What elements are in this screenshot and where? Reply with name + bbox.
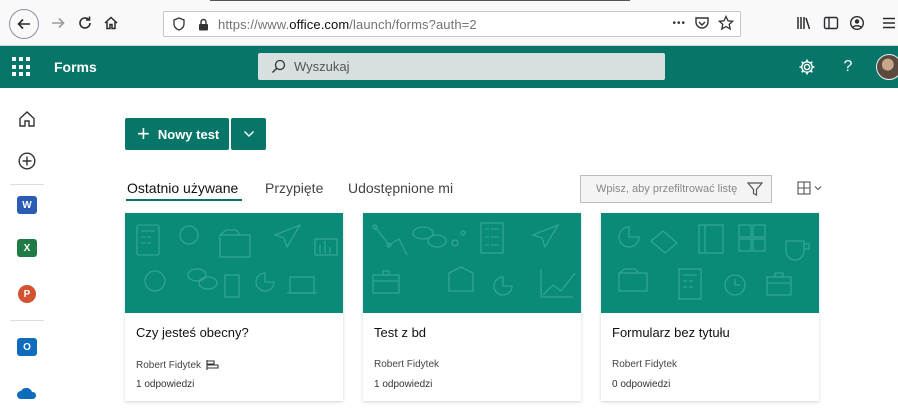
word-icon: W	[17, 196, 37, 214]
tab-shared[interactable]: Udostępnione mi	[348, 180, 453, 196]
card-owner-name: Robert Fidytek	[136, 359, 202, 371]
hamburger-icon	[883, 17, 895, 29]
avatar[interactable]	[876, 54, 898, 80]
shared-icon	[206, 360, 219, 370]
form-card[interactable]: Formularz bez tytułu Robert Fidytek 0 od…	[601, 213, 819, 401]
home-button[interactable]	[98, 10, 124, 36]
rail-home-button[interactable]	[14, 106, 40, 132]
home-icon	[104, 16, 118, 30]
url-text: https://www.office.com/launch/forms?auth…	[218, 16, 477, 32]
account-button[interactable]	[844, 10, 870, 36]
arrow-right-icon	[52, 17, 65, 29]
menu-button[interactable]	[876, 10, 898, 36]
card-banner	[125, 213, 343, 313]
rail-divider	[10, 184, 44, 185]
settings-button[interactable]	[797, 57, 817, 77]
banner-pattern-icon	[372, 222, 576, 298]
new-dropdown-button[interactable]	[231, 118, 266, 150]
card-title: Czy jesteś obecny?	[136, 325, 249, 340]
reload-button[interactable]	[72, 10, 98, 36]
pocket-icon[interactable]	[694, 15, 710, 34]
shield-icon[interactable]	[170, 15, 188, 33]
page-actions-icon[interactable]: •••	[672, 15, 686, 34]
card-title: Formularz bez tytułu	[612, 325, 730, 340]
new-quiz-button[interactable]: + Nowy test	[125, 118, 229, 150]
form-card[interactable]: Czy jesteś obecny? Robert Fidytek 1 odpo…	[125, 213, 343, 401]
add-circle-icon	[18, 152, 36, 170]
help-button[interactable]: ?	[838, 57, 858, 77]
browser-toolbar: https://www.office.com/launch/forms?auth…	[0, 0, 898, 46]
search-input[interactable]	[294, 59, 634, 74]
sidebar-icon	[823, 16, 839, 30]
filter-box[interactable]	[580, 175, 772, 203]
card-responses: 0 odpowiedzi	[612, 379, 671, 390]
rail-onedrive-button[interactable]	[14, 380, 40, 406]
filter-icon[interactable]	[746, 182, 764, 201]
chevron-down-icon	[814, 186, 822, 191]
app-title[interactable]: Forms	[54, 59, 97, 75]
library-button[interactable]	[791, 10, 817, 36]
banner-pattern-icon	[136, 223, 338, 298]
card-owner: Robert Fidytek	[612, 359, 677, 370]
rail-excel-button[interactable]: X	[14, 235, 40, 261]
card-owner-name: Robert Fidytek	[612, 359, 678, 370]
grid-view-icon	[797, 181, 811, 195]
tab-recent[interactable]: Ostatnio używane	[127, 180, 238, 196]
library-icon	[797, 17, 811, 30]
sidebar-toggle-button[interactable]	[818, 10, 844, 36]
active-tab-indicator	[126, 199, 242, 201]
lock-icon[interactable]	[194, 15, 212, 33]
card-responses: 1 odpowiedzi	[374, 379, 433, 390]
help-icon: ?	[843, 58, 853, 75]
rail-outlook-button[interactable]: O	[14, 334, 40, 360]
account-icon	[849, 15, 865, 31]
forward-button[interactable]	[45, 10, 71, 36]
card-owner: Robert Fidytek	[136, 359, 220, 371]
search-box[interactable]	[258, 53, 665, 80]
app-header: Forms ?	[0, 46, 898, 88]
rail-divider	[10, 320, 44, 321]
outlook-icon: O	[17, 338, 37, 356]
address-bar[interactable]: https://www.office.com/launch/forms?auth…	[163, 11, 741, 37]
home-icon	[19, 111, 35, 127]
excel-icon: X	[17, 239, 37, 257]
card-owner-name: Robert Fidytek	[374, 359, 440, 370]
card-banner	[363, 213, 581, 313]
search-icon	[270, 59, 286, 75]
rail-create-button[interactable]	[14, 148, 40, 174]
back-button[interactable]	[9, 9, 39, 39]
card-title: Test z bd	[374, 325, 427, 340]
plus-icon: +	[137, 121, 150, 146]
arrow-left-icon	[17, 18, 30, 30]
tab-strip-edge	[210, 0, 630, 3]
gear-icon	[799, 59, 815, 75]
bookmark-star-icon[interactable]	[717, 14, 735, 34]
new-quiz-label: Nowy test	[157, 126, 220, 142]
rail-powerpoint-button[interactable]: P	[14, 281, 40, 307]
form-card[interactable]: Test z bd Robert Fidytek 1 odpowiedzi	[363, 213, 581, 401]
filter-input[interactable]	[596, 183, 746, 195]
banner-pattern-icon	[618, 224, 810, 300]
powerpoint-icon: P	[18, 285, 36, 303]
card-banner	[601, 213, 819, 313]
left-rail: W X P O	[0, 88, 56, 414]
chevron-down-icon	[243, 131, 254, 137]
tab-pinned[interactable]: Przypięte	[265, 180, 323, 196]
view-toggle-button[interactable]	[797, 181, 822, 195]
app-launcher-icon[interactable]	[12, 57, 32, 77]
card-responses: 1 odpowiedzi	[136, 379, 195, 390]
reload-icon	[79, 16, 91, 29]
card-owner: Robert Fidytek	[374, 359, 439, 370]
onedrive-cloud-icon	[17, 387, 37, 399]
rail-word-button[interactable]: W	[14, 192, 40, 218]
